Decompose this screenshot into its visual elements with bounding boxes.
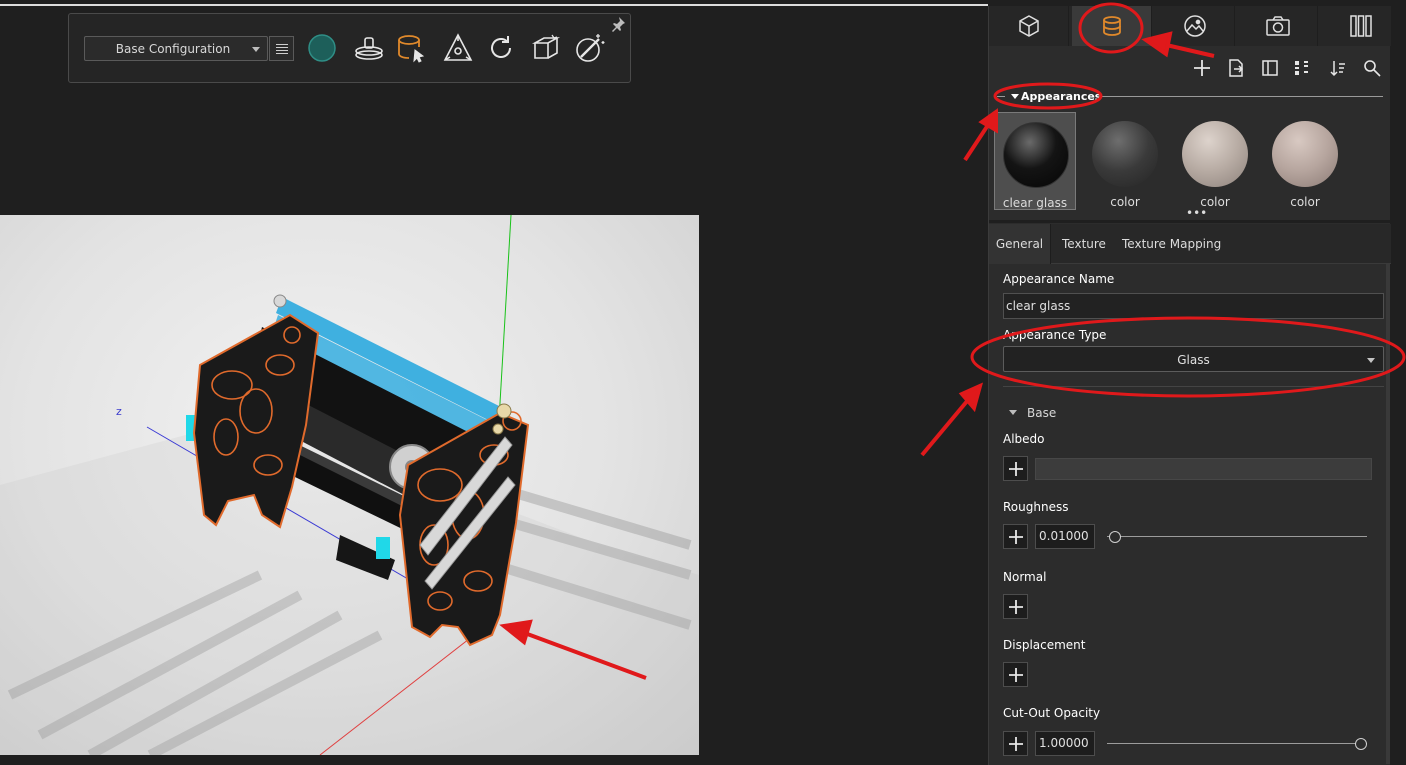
appearance-name-input[interactable]: clear glass — [1003, 293, 1384, 319]
pin-icon[interactable] — [610, 16, 626, 32]
albedo-label: Albedo — [1003, 432, 1045, 446]
configuration-dropdown-value: Base Configuration — [115, 42, 231, 56]
tab-environment[interactable] — [1155, 6, 1235, 46]
appearances-section-header[interactable]: Appearances — [995, 90, 1383, 104]
appearance-swatch[interactable]: color — [1084, 112, 1166, 210]
configuration-toolbar: Base Configuration — [68, 13, 631, 83]
tab-appearance[interactable] — [1072, 6, 1152, 46]
magic-wand-icon[interactable] — [573, 31, 607, 65]
swatch-name: color — [1290, 195, 1320, 209]
chevron-down-icon — [1009, 410, 1017, 415]
section-divider — [1100, 96, 1383, 97]
move-gizmo-icon[interactable] — [441, 31, 475, 65]
window-top-edge — [0, 4, 988, 6]
z-axis-label: z — [116, 405, 122, 418]
appearance-type-dropdown[interactable]: Glass — [1003, 346, 1384, 372]
environment-icon — [1183, 15, 1206, 37]
section-divider — [997, 96, 1005, 97]
add-icon[interactable] — [1192, 58, 1212, 78]
panel-icon[interactable] — [1260, 58, 1280, 78]
appearance-swatch[interactable]: clear glass — [994, 112, 1076, 210]
tab-general[interactable]: General — [989, 224, 1051, 264]
base-group-title: Base — [1027, 406, 1057, 420]
chevron-down-icon — [252, 47, 260, 52]
swatch-name: clear glass — [1002, 196, 1068, 210]
tab-model[interactable] — [989, 6, 1069, 46]
cutout-texture-button[interactable] — [1003, 731, 1028, 756]
sort-icon[interactable] — [1328, 58, 1348, 78]
configuration-dropdown[interactable]: Base Configuration — [84, 36, 268, 61]
box-icon[interactable] — [529, 31, 563, 65]
cutout-opacity-input[interactable]: 1.00000 — [1035, 731, 1095, 756]
swatch-preview — [1272, 121, 1338, 187]
annotation-arrow-head — [958, 382, 984, 413]
import-icon[interactable] — [1226, 58, 1246, 78]
refresh-icon[interactable] — [484, 31, 518, 65]
chevron-down-icon — [1367, 358, 1375, 363]
displacement-texture-button[interactable] — [1003, 662, 1028, 687]
swatch-preview — [1092, 121, 1158, 187]
roughness-slider[interactable] — [1107, 531, 1367, 543]
turntable-icon[interactable] — [352, 31, 386, 65]
normal-label: Normal — [1003, 570, 1047, 584]
panel-scrollbar[interactable] — [1386, 264, 1390, 764]
environment-sphere-icon[interactable] — [305, 31, 339, 65]
annotation-arrow — [920, 398, 970, 457]
panel-splitter[interactable] — [989, 220, 1391, 223]
normal-texture-button[interactable] — [1003, 594, 1028, 619]
section-divider — [1003, 386, 1384, 387]
roughness-texture-button[interactable] — [1003, 524, 1028, 549]
tab-library[interactable] — [1321, 6, 1401, 46]
albedo-color-swatch[interactable] — [1035, 458, 1372, 480]
panel-tab-bar — [989, 6, 1391, 46]
plus-icon — [1008, 667, 1023, 682]
swatch-preview — [1182, 121, 1248, 187]
model-icon — [1018, 15, 1039, 37]
machine-render — [0, 215, 699, 755]
tab-camera[interactable] — [1238, 6, 1318, 46]
chevron-down-icon — [1011, 94, 1019, 99]
plus-icon — [1008, 461, 1023, 476]
material-assign-icon[interactable] — [394, 31, 428, 65]
appearance-toolbar — [989, 46, 1391, 86]
plus-icon — [1008, 529, 1023, 544]
appearance-swatch[interactable]: color — [1264, 112, 1346, 210]
grid-icon[interactable] — [1292, 58, 1312, 78]
3d-viewport[interactable]: z — [0, 215, 699, 755]
cutout-opacity-label: Cut-Out Opacity — [1003, 706, 1101, 720]
tab-texture-mapping[interactable]: Texture Mapping — [1122, 224, 1221, 264]
appearance-swatch-grid: clear glass color color color — [994, 112, 1382, 212]
annotation-arrow — [963, 123, 990, 162]
appearance-panel: Appearances clear glass color color colo… — [988, 6, 1391, 765]
appearance-type-label: Appearance Type — [1003, 328, 1107, 342]
swatch-name: color — [1110, 195, 1140, 209]
resize-handle[interactable]: ••• — [1186, 207, 1207, 219]
list-icon[interactable] — [269, 36, 294, 61]
appearance-name-label: Appearance Name — [1003, 272, 1115, 286]
roughness-value-input[interactable]: 0.01000 — [1035, 524, 1095, 549]
search-icon[interactable] — [1362, 58, 1382, 78]
library-icon — [1350, 15, 1372, 37]
slider-track — [1107, 536, 1367, 537]
appearance-type-value: Glass — [1177, 353, 1210, 367]
slider-knob[interactable] — [1355, 738, 1367, 750]
base-group-header[interactable]: Base — [1009, 406, 1056, 420]
camera-icon — [1265, 16, 1290, 36]
tab-texture[interactable]: Texture — [1062, 224, 1106, 264]
slider-knob[interactable] — [1109, 531, 1122, 543]
displacement-label: Displacement — [1003, 638, 1086, 652]
plus-icon — [1008, 599, 1023, 614]
appearance-icon — [1102, 16, 1121, 36]
swatch-preview — [1003, 122, 1069, 188]
appearance-swatch[interactable]: color — [1174, 112, 1256, 210]
roughness-label: Roughness — [1003, 500, 1069, 514]
appearance-sub-tabs: General Texture Texture Mapping — [989, 224, 1391, 264]
albedo-texture-button[interactable] — [1003, 456, 1028, 481]
appearances-section-title: Appearances — [1021, 90, 1102, 103]
slider-track — [1107, 743, 1367, 744]
cutout-opacity-slider[interactable] — [1107, 738, 1367, 750]
plus-icon — [1008, 736, 1023, 751]
